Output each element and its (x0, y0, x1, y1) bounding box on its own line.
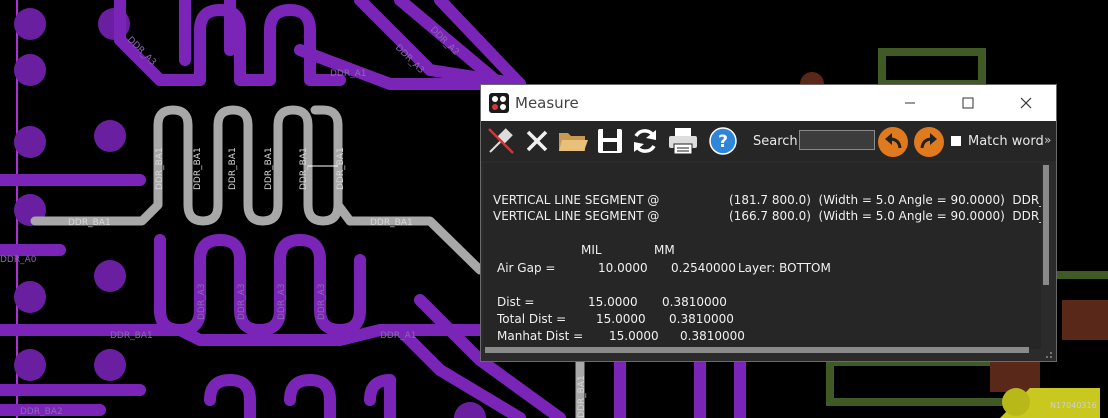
trace-label: DDR_BA1 (193, 147, 203, 190)
unit-mm-header: MM (654, 243, 675, 257)
measurement-text-area[interactable]: VERTICAL LINE SEGMENT @ (181.7 800.0) (W… (483, 163, 1041, 349)
match-word-checkbox[interactable] (951, 136, 961, 146)
airgap-mil: 10.0000 (598, 261, 648, 275)
close-button[interactable] (1003, 85, 1049, 121)
total-dist-mm: 0.3810000 (669, 312, 734, 326)
net-label: DDR_BA1 (110, 331, 153, 341)
delete-x-icon (526, 130, 548, 152)
title-bar[interactable]: Measure (481, 85, 1056, 121)
print-button[interactable] (667, 125, 699, 157)
net-label: DDR_A3 (317, 284, 327, 321)
pin-cross-icon (488, 128, 514, 154)
search-label: Search: (753, 134, 803, 149)
segment1-values: (181.7 800.0) (Width = 5.0 Angle = 90.00… (729, 193, 1041, 207)
net-label: DDR_BA2 (20, 407, 63, 417)
measure-window[interactable]: Measure ? Search: Match word » VERTICAL … (480, 84, 1057, 362)
segment1-label: VERTICAL LINE SEGMENT @ (493, 193, 660, 207)
double-chevron-right-icon[interactable]: » (1044, 133, 1051, 147)
trace-label: DDR_BA1 (577, 375, 587, 418)
maximize-button[interactable] (945, 85, 991, 121)
trace-label: DDR_BA1 (68, 218, 111, 228)
net-label: DDR_A3 (237, 284, 247, 321)
total-dist-label: Total Dist = (497, 312, 567, 326)
save-button[interactable] (594, 125, 626, 157)
close-icon (1020, 97, 1032, 109)
toolbar: ? Search: Match word » (481, 121, 1056, 161)
trace-label: DDR_BA1 (228, 147, 238, 190)
dist-mil: 15.0000 (588, 295, 638, 309)
help-icon: ? (709, 127, 737, 155)
help-button[interactable]: ? (707, 125, 739, 157)
resize-grip-icon[interactable] (1045, 351, 1053, 359)
print-icon (669, 128, 697, 155)
open-button[interactable] (557, 125, 589, 157)
svg-text:?: ? (718, 132, 728, 152)
pin-button[interactable] (485, 125, 517, 157)
match-word-label: Match word (968, 134, 1044, 149)
refresh-icon (634, 129, 656, 153)
horizontal-scrollbar[interactable] (485, 347, 1029, 353)
airgap-layer: Layer: BOTTOM (738, 261, 831, 275)
clear-button[interactable] (521, 125, 553, 157)
manhat-dist-mil: 15.0000 (609, 329, 659, 343)
net-label: DDR_A3 (197, 284, 207, 321)
trace-label: DDR_BA1 (370, 218, 413, 228)
ref-designator-label: N17040316 (1050, 401, 1097, 410)
trace-label: DDR_BA1 (155, 147, 165, 190)
total-dist-mil: 15.0000 (596, 312, 646, 326)
net-label: DDR_A0 (0, 255, 37, 265)
airgap-label: Air Gap = (497, 261, 556, 275)
search-input[interactable] (799, 130, 875, 150)
net-label: DDR_A1 (380, 331, 417, 341)
segment2-label: VERTICAL LINE SEGMENT @ (493, 209, 660, 223)
arrow-back-icon (885, 133, 902, 149)
trace-label: DDR_BA1 (264, 147, 274, 190)
folder-open-icon (559, 133, 588, 151)
refresh-button[interactable] (629, 125, 661, 157)
minimize-icon (905, 102, 915, 104)
airgap-mm: 0.2540000 (671, 261, 736, 275)
app-icon (489, 93, 509, 113)
output-panel: VERTICAL LINE SEGMENT @ (181.7 800.0) (W… (481, 161, 1056, 361)
maximize-icon (962, 97, 974, 109)
manhat-dist-mm: 0.3810000 (680, 329, 745, 343)
dist-label: Dist = (497, 295, 535, 309)
window-title: Measure (515, 94, 579, 112)
find-next-button[interactable] (914, 127, 944, 157)
dist-mm: 0.3810000 (662, 295, 727, 309)
net-label: DDR_A1 (330, 69, 367, 79)
minimize-button[interactable] (887, 85, 933, 121)
trace-label: DDR_BA1 (336, 147, 346, 190)
vertical-scrollbar[interactable] (1043, 165, 1049, 285)
segment2-values: (166.7 800.0) (Width = 5.0 Angle = 90.00… (729, 209, 1041, 223)
manhat-dist-label: Manhat Dist = (497, 329, 584, 343)
trace-label: DDR_BA1 (299, 147, 309, 190)
unit-mil-header: MIL (581, 243, 602, 257)
find-previous-button[interactable] (878, 127, 908, 157)
arrow-forward-icon (920, 133, 937, 149)
net-label: DDR_A3 (277, 284, 287, 321)
save-icon (598, 129, 622, 153)
